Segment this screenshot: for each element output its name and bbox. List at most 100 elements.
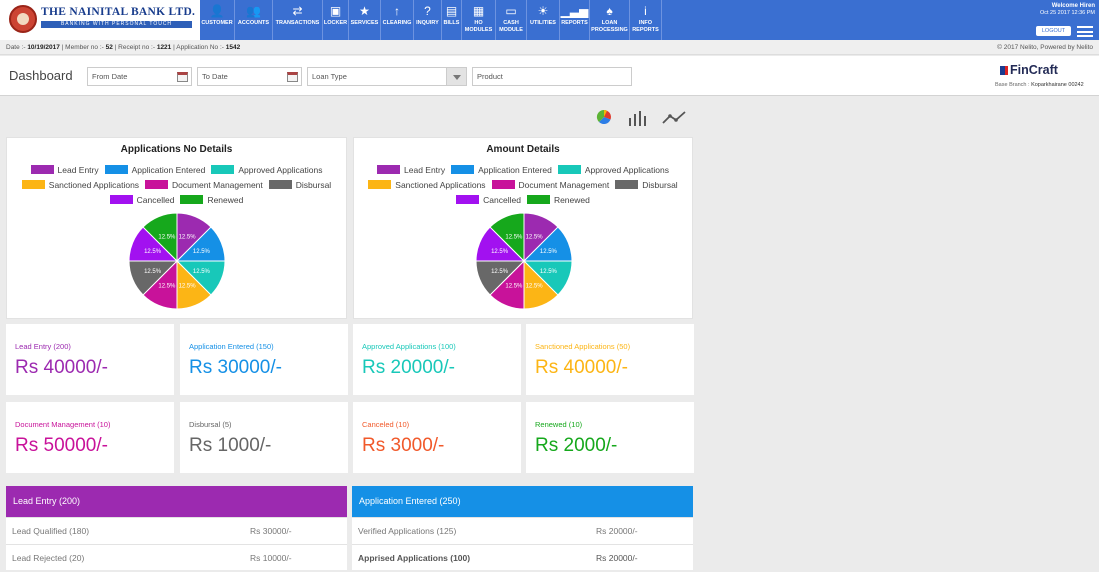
product-field[interactable]: Product — [472, 67, 632, 86]
nav-item-label: LOAN PROCESSING — [591, 20, 628, 33]
nav-item-clearing[interactable]: ↑ CLEARING — [381, 0, 414, 40]
nav-item-loan-processing[interactable]: ♠ LOAN PROCESSING — [590, 0, 630, 40]
copyright-text: © 2017 Nelito, Powered by Nelito — [997, 44, 1093, 51]
applications-pie-chart[interactable]: 12.5%12.5%12.5%12.5%12.5%12.5%12.5%12.5% — [127, 211, 227, 311]
nav-item-ho-modules[interactable]: ▦ HO MODULES — [462, 0, 496, 40]
nav-item-inquiry[interactable]: ? INQUIRY — [414, 0, 442, 40]
info-bar: Date :- 10/19/2017 | Member no :- 52 | R… — [0, 40, 1099, 55]
nav-item-bills[interactable]: ▤ BILLS — [442, 0, 462, 40]
stat-card[interactable]: Approved Applications (100) Rs 20000/- — [353, 324, 521, 395]
legend-label: Disbursal — [642, 179, 678, 190]
product-placeholder: Product — [477, 72, 503, 81]
legend-item[interactable]: Lead Entry — [377, 164, 445, 175]
member-value: 52 — [105, 44, 113, 51]
stat-card[interactable]: Renewed (10) Rs 2000/- — [526, 402, 694, 473]
stat-card[interactable]: Application Entered (150) Rs 30000/- — [180, 324, 348, 395]
bank-logo[interactable]: THE NAINITAL BANK LTD. BANKING WITH PERS… — [0, 0, 200, 40]
star-icon: ★ — [359, 4, 370, 18]
chart-title: Amount Details — [486, 144, 560, 155]
row-label: Verified Applications (125) — [358, 526, 457, 536]
legend-label: Lead Entry — [404, 164, 446, 175]
info-icon: i — [644, 4, 647, 18]
legend-item[interactable]: Approved Applications — [557, 164, 669, 175]
to-date-placeholder: To Date — [202, 72, 228, 81]
legend-item[interactable]: Disbursal — [615, 179, 678, 190]
detail-table: Lead Entry (200) Lead Qualified (180) Rs 3… — [6, 486, 347, 570]
hamburger-menu-icon[interactable] — [1077, 26, 1093, 37]
stat-card[interactable]: Disbursal (5) Rs 1000/- — [180, 402, 348, 473]
locker-icon: ▣ — [329, 4, 342, 18]
nav-item-label: TRANSACTIONS — [275, 20, 320, 26]
legend-item[interactable]: Renewed — [526, 194, 590, 205]
bar-chart-icon[interactable] — [628, 110, 649, 126]
nav-item-utilities[interactable]: ☀ UTILITIES — [527, 0, 560, 40]
legend-item[interactable]: Renewed — [180, 194, 243, 205]
legend-item[interactable]: Application Entered — [104, 164, 205, 175]
nav-item-info-reports[interactable]: i INFO REPORTS — [630, 0, 662, 40]
legend-item[interactable]: Document Management — [145, 179, 263, 190]
legend-swatch — [557, 165, 581, 174]
branch-label: Base Branch : — [995, 82, 1030, 88]
arrow-up-icon: ↑ — [394, 4, 400, 18]
legend-item[interactable]: Disbursal — [268, 179, 331, 190]
legend-item[interactable]: Cancelled — [109, 194, 174, 205]
table-row[interactable]: Lead Rejected (20) Rs 10000/- — [6, 544, 347, 571]
legend-swatch — [145, 180, 169, 189]
accounts-icon: 👥 — [246, 4, 261, 18]
stat-card[interactable]: Lead Entry (200) Rs 40000/- — [6, 324, 174, 395]
pie-data-label: 12.5% — [505, 283, 523, 289]
application-value: 1542 — [225, 44, 241, 51]
legend-item[interactable]: Sanctioned Applications — [368, 179, 486, 190]
legend-item[interactable]: Lead Entry — [30, 164, 99, 175]
legend-swatch — [368, 180, 392, 189]
legend-swatch — [21, 180, 45, 189]
stat-card[interactable]: Canceled (10) Rs 3000/- — [353, 402, 521, 473]
nav-item-reports[interactable]: ▁▃▅ REPORTS — [560, 0, 590, 40]
line-chart-icon[interactable] — [662, 110, 687, 125]
legend-swatch — [377, 165, 401, 174]
bar-chart-icon: ▁▃▅ — [560, 4, 589, 18]
loan-icon: ♠ — [606, 4, 613, 18]
nav-item-label: HO MODULES — [464, 20, 493, 33]
nav-item-label: CUSTOMER — [201, 20, 233, 26]
chevron-down-icon[interactable] — [446, 68, 466, 85]
amount-pie-chart[interactable]: 12.5%12.5%12.5%12.5%12.5%12.5%12.5%12.5% — [474, 211, 574, 311]
legend-swatch — [456, 195, 480, 204]
nav-item-customer[interactable]: 👤 CUSTOMER — [200, 0, 235, 40]
table-row[interactable]: Verified Applications (125) Rs 20000/- — [352, 517, 693, 544]
legend-item[interactable]: Cancelled — [456, 194, 521, 205]
nav-item-label: BILLS — [443, 20, 460, 26]
loan-type-select[interactable]: Loan Type — [307, 67, 467, 86]
legend-item[interactable]: Approved Applications — [211, 164, 322, 175]
nav-item-label: SERVICES — [350, 20, 379, 26]
stat-card[interactable]: Sanctioned Applications (50) Rs 40000/- — [526, 324, 694, 395]
nav-item-services[interactable]: ★ SERVICES — [349, 0, 381, 40]
chart-legend: Lead Entry Application Entered Approved Ap… — [354, 164, 692, 209]
legend-swatch — [104, 165, 128, 174]
logout-button[interactable]: LOGOUT — [1036, 26, 1071, 36]
stat-label: Application Entered (150) — [189, 342, 274, 351]
legend-item[interactable]: Document Management — [491, 179, 609, 190]
table-header[interactable]: Lead Entry (200) — [6, 486, 347, 517]
to-date-field[interactable]: To Date — [197, 67, 302, 86]
legend-label: Renewed — [207, 194, 244, 205]
from-date-field[interactable]: From Date — [87, 67, 192, 86]
nav-item-locker[interactable]: ▣ LOCKER — [323, 0, 349, 40]
row-value: Rs 20000/- — [596, 553, 638, 563]
legend-item[interactable]: Application Entered — [451, 164, 552, 175]
table-row[interactable]: Apprised Applications (100) Rs 20000/- — [352, 544, 693, 571]
calendar-icon[interactable] — [177, 72, 188, 82]
nav-item-cash-module[interactable]: ▭ CASH MODULE — [496, 0, 527, 40]
nav-item-label: INFO REPORTS — [632, 20, 659, 33]
calendar-icon[interactable] — [287, 72, 298, 82]
stat-value: Rs 40000/- — [15, 357, 108, 378]
stat-value: Rs 20000/- — [362, 357, 455, 378]
nav-item-transactions[interactable]: ⇄ TRANSACTIONS — [273, 0, 323, 40]
table-row[interactable]: Lead Qualified (180) Rs 30000/- — [6, 517, 347, 544]
stat-label: Disbursal (5) — [189, 420, 232, 429]
nav-item-accounts[interactable]: 👥 ACCOUNTS — [235, 0, 273, 40]
legend-item[interactable]: Sanctioned Applications — [21, 179, 139, 190]
table-header[interactable]: Application Entered (250) — [352, 486, 693, 517]
stat-card[interactable]: Document Management (10) Rs 50000/- — [6, 402, 174, 473]
pie-chart-icon[interactable] — [596, 109, 612, 125]
